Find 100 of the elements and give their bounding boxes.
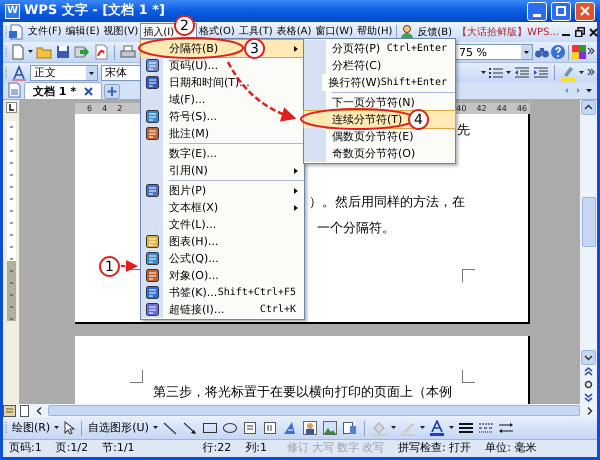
menu-item[interactable]: 窗口(W) <box>313 23 356 41</box>
menu-item[interactable]: 下一页分节符(N) <box>304 94 455 111</box>
dropdown-caret-icon[interactable] <box>86 66 97 80</box>
menu-item[interactable]: 视图(V) <box>102 23 140 41</box>
increase-indent-icon[interactable] <box>533 64 549 80</box>
close-icon[interactable] <box>588 28 598 36</box>
restore-icon[interactable] <box>574 27 585 37</box>
menu-item-icon <box>146 286 158 299</box>
ruler-number: 44 <box>496 104 507 112</box>
minimize-button[interactable] <box>527 2 547 20</box>
status-text: 节:1/1 <box>102 440 135 456</box>
arrow-style-icon[interactable] <box>498 420 514 436</box>
menu-item[interactable]: 文件(F) <box>26 23 64 41</box>
close-icon[interactable] <box>84 86 94 96</box>
style-dropdown[interactable]: 正文 <box>30 64 98 80</box>
menu-item[interactable]: 符号(S)... <box>141 108 304 125</box>
clip-art-icon[interactable] <box>302 420 318 436</box>
picture-icon[interactable] <box>322 420 338 436</box>
menu-item[interactable]: 引用(N) <box>141 162 304 179</box>
grip-icon[interactable] <box>5 64 8 80</box>
maximize-icon <box>556 6 566 16</box>
menu-item[interactable]: 超链接(I)... Ctrl+K <box>141 301 304 318</box>
font-color-icon[interactable] <box>428 420 445 436</box>
menu-item-icon <box>146 76 158 89</box>
menu-item[interactable]: 工具(T) <box>236 23 275 41</box>
diagram-icon[interactable] <box>342 420 358 436</box>
menu-item[interactable]: 奇数页分节符(O) <box>304 145 455 162</box>
menu-item[interactable]: 分页符(P) Ctrl+Enter <box>304 40 455 57</box>
scroll-thumb[interactable] <box>48 405 580 416</box>
text-box-icon[interactable] <box>242 420 258 436</box>
dropdown-caret-icon[interactable] <box>521 45 532 59</box>
wordart-icon[interactable] <box>282 420 298 436</box>
menu-item[interactable]: 格式(O) <box>197 23 237 41</box>
rectangle-icon[interactable] <box>202 420 218 436</box>
font-value: 宋体 <box>105 67 127 78</box>
menu-item[interactable]: 公式(Q)... <box>141 250 304 267</box>
menu-item-icon <box>146 269 158 282</box>
line-icon[interactable] <box>162 420 178 436</box>
printer-icon[interactable] <box>120 44 136 60</box>
submenu-arrow-icon <box>292 166 300 174</box>
menu-item[interactable]: 图片(P) <box>141 182 304 199</box>
line-color-icon[interactable] <box>400 420 416 436</box>
arrow-icon[interactable] <box>182 420 198 436</box>
page-view-icon[interactable] <box>18 404 31 416</box>
scroll-up-icon[interactable] <box>581 100 596 115</box>
menu-item[interactable]: 帮助(H) <box>355 23 394 41</box>
add-tab-icon[interactable] <box>104 84 120 99</box>
zoom-field[interactable]: 75 % <box>455 44 533 60</box>
grip-icon[interactable] <box>5 44 8 60</box>
menu-item[interactable]: 文本框(X) <box>141 199 304 216</box>
decrease-indent-icon[interactable] <box>514 64 530 80</box>
menu-item[interactable]: 文件(L)... <box>141 216 304 233</box>
normal-view-icon[interactable] <box>3 404 16 416</box>
grip-icon[interactable] <box>5 24 8 40</box>
send-arrow-icon[interactable] <box>74 44 90 60</box>
pdf-icon[interactable] <box>93 44 109 60</box>
body-text: 一个分隔符。 <box>316 220 396 238</box>
submenu-arrow-icon <box>292 204 300 212</box>
grip-icon[interactable] <box>5 420 8 436</box>
crop-mark <box>462 269 475 282</box>
menu-item[interactable]: 表格(A) <box>274 23 314 41</box>
menu-item[interactable]: 对象(O)... <box>141 267 304 284</box>
menu-item[interactable]: 偶数页分节符(E) <box>304 128 455 145</box>
menu-item[interactable]: 换行符(W)Shift+Enter <box>304 74 455 91</box>
menu-item[interactable]: 数字(E)... <box>141 145 304 162</box>
document-tab[interactable]: 文档 1 * <box>24 82 102 99</box>
window-title: WPS 文字 - [文档 1 *] <box>24 2 165 20</box>
pointer-icon[interactable] <box>63 420 76 436</box>
menu-item[interactable]: 域(F)... <box>141 91 304 108</box>
minimize-icon[interactable] <box>562 34 570 36</box>
menu-item-icon <box>146 303 158 316</box>
oval-icon[interactable] <box>222 420 238 436</box>
shortcut-text: Ctrl+K <box>260 304 297 314</box>
draw-menu-button[interactable]: 绘图(R) <box>12 420 50 436</box>
close-button[interactable] <box>575 2 595 20</box>
menu-item-icon <box>146 127 158 140</box>
style-icon[interactable] <box>11 64 27 80</box>
save-icon[interactable] <box>55 44 71 60</box>
line-style-icon[interactable] <box>458 420 474 436</box>
help-icon[interactable] <box>550 44 566 60</box>
body-text: 先 <box>457 122 470 140</box>
ruler-number: 4 <box>102 104 108 112</box>
tab-stop-icon[interactable] <box>6 102 16 113</box>
document-icon[interactable] <box>8 24 24 40</box>
scroll-down-icon[interactable] <box>581 350 596 365</box>
menu-item[interactable]: 书签(K)...Shift+Ctrl+F5 <box>141 284 304 301</box>
feedback-menu[interactable]: 反馈(B) <box>415 24 454 40</box>
menu-item[interactable]: 编辑(E) <box>64 23 102 41</box>
menu-item[interactable]: 分栏符(C) <box>304 57 455 74</box>
new-document-icon[interactable] <box>11 44 25 60</box>
vertical-text-box-icon[interactable] <box>262 420 278 436</box>
scroll-thumb[interactable] <box>582 197 596 247</box>
maximize-button[interactable] <box>551 2 571 20</box>
status-text: 拼写检查: 打开 <box>398 440 472 456</box>
menu-item[interactable]: 图表(H)... <box>141 233 304 250</box>
autoshapes-button[interactable]: 自选图形(U) <box>88 420 149 436</box>
menu-item-icon <box>146 184 158 197</box>
menu-item[interactable]: 批注(M) <box>141 125 304 142</box>
crop-mark <box>462 370 475 383</box>
color-palette-icon[interactable] <box>571 44 587 60</box>
